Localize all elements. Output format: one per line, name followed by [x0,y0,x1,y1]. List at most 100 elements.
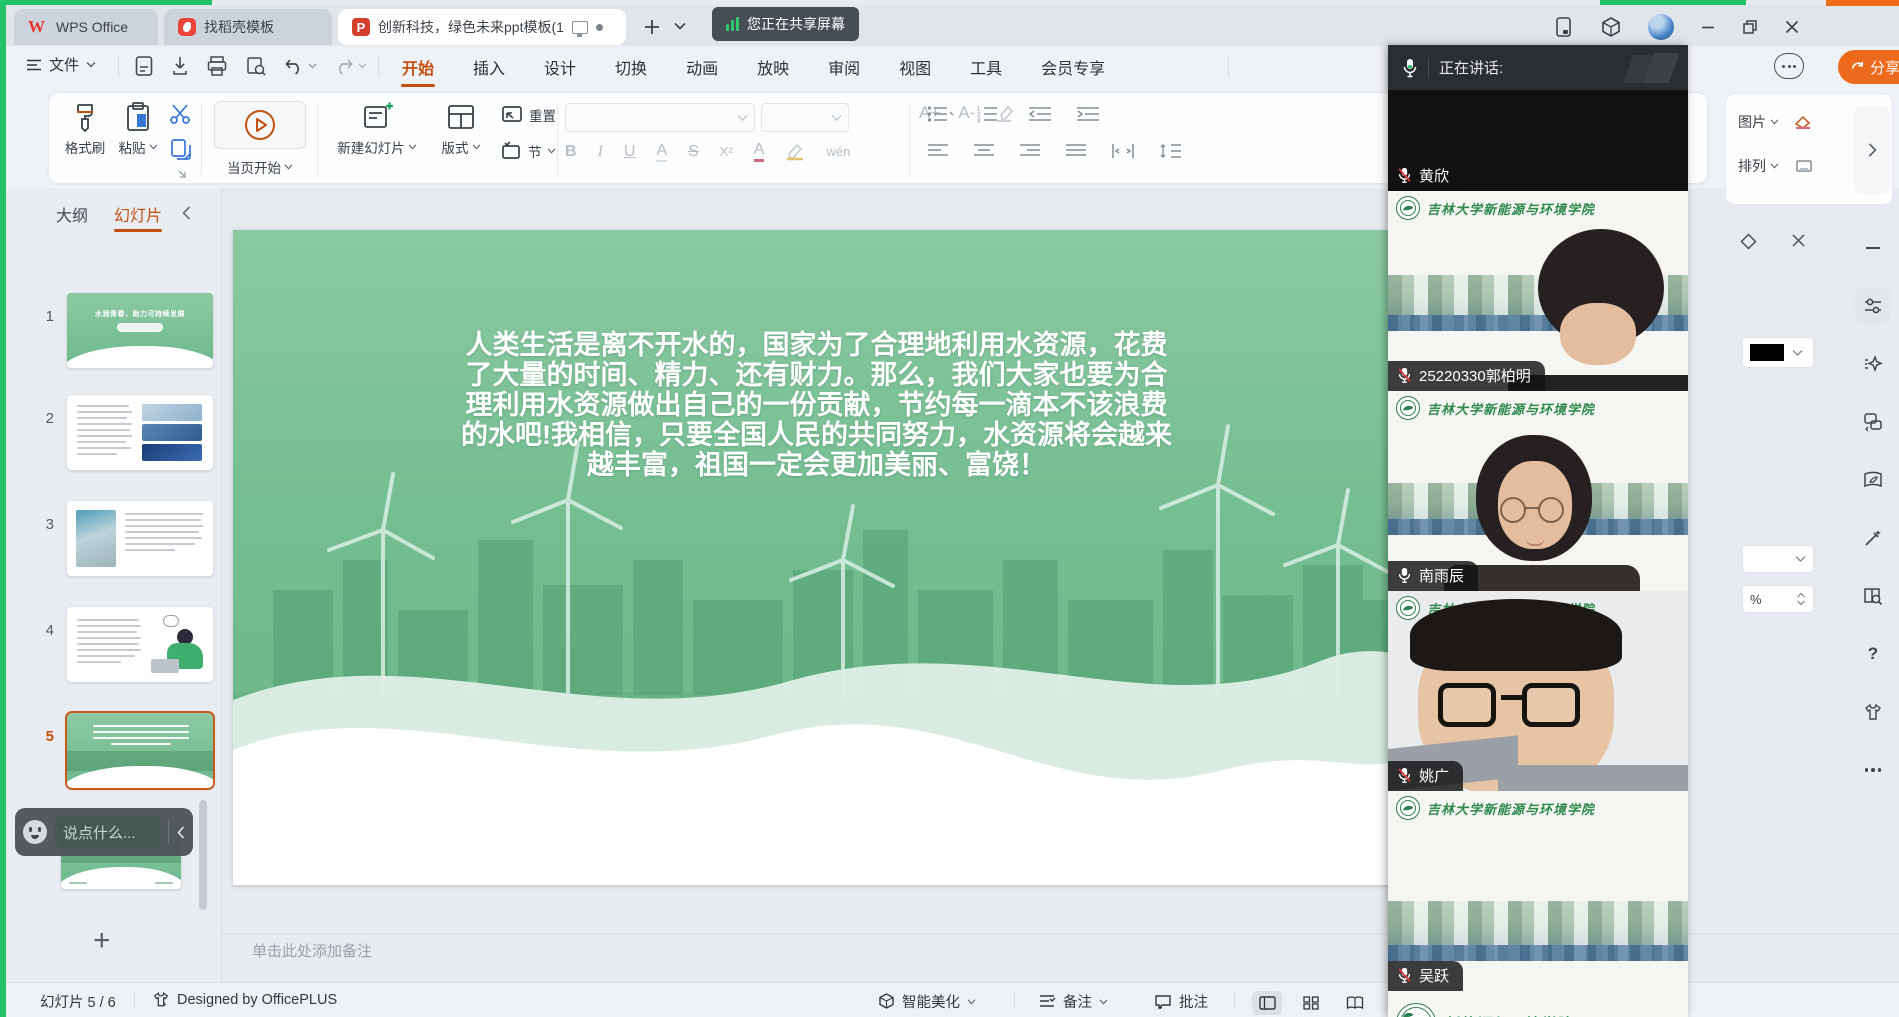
tab-tools[interactable]: 工具 [967,51,1005,83]
char-spacing-button[interactable]: A [656,142,667,162]
start-page-label-row[interactable]: 当页开始 [214,157,306,177]
slide-body-text[interactable]: 人类生活是离不开水的，国家为了合理地利用水资源，花费 了大量的时间、精力、还有财… [293,330,1340,480]
tab-outline[interactable]: 大纲 [56,202,88,232]
tab-member[interactable]: 会员专享 [1038,51,1108,83]
skin-shirt-icon[interactable] [1855,694,1891,730]
tab-docer[interactable]: 找稻壳模板 [164,9,332,45]
notes-button[interactable]: 备注 [1038,991,1108,1012]
fill-color-select[interactable] [1742,337,1814,368]
percent-stepper[interactable]: % [1742,585,1814,613]
font-name-select[interactable] [565,103,755,132]
share-button[interactable]: 分享 [1838,50,1899,84]
highlight-button[interactable] [785,143,805,161]
effects-star-icon[interactable] [1855,346,1891,382]
slide-thumbnail-4[interactable] [67,607,213,682]
save-icon[interactable] [134,55,154,77]
more-tools-icon[interactable] [1855,752,1891,788]
new-slide-button[interactable]: 新建幻灯片 [335,101,419,157]
underline-button[interactable]: U [624,143,636,161]
participant-tile-6[interactable]: 新能源与环境学院 [1388,991,1688,1017]
file-menu-button[interactable]: 文件 [26,54,96,75]
participant-tile-2[interactable]: 吉林大学新能源与环境学院 25220330郭柏明 [1388,191,1688,391]
phonetic-button[interactable]: wén [826,144,850,159]
copy-button[interactable] [169,137,193,161]
add-slide-button[interactable]: + [93,924,111,958]
shapes-swap-icon[interactable] [1855,404,1891,440]
layout-button[interactable]: 版式 [433,101,489,157]
tab-document[interactable]: P 创新科技，绿色未来ppt模板(1 [338,9,626,45]
redo-button[interactable] [334,57,367,75]
font-color-button[interactable]: A [754,141,765,162]
cut-button[interactable] [169,103,193,125]
print-icon[interactable] [206,55,228,77]
bullet-list-button[interactable] [927,105,955,123]
paste-button[interactable]: 粘贴 [115,101,161,157]
close-button[interactable] [1784,19,1800,35]
normal-view-button[interactable] [1252,991,1282,1015]
emoji-icon[interactable] [23,820,47,844]
tab-design[interactable]: 设计 [541,51,579,83]
participant-tile-4[interactable]: 吉林大学新能源与环境学院 姚广 [1388,591,1688,791]
increase-indent-button[interactable] [1075,105,1101,123]
grid-view-button[interactable] [1296,991,1326,1015]
format-painter-button[interactable]: 格式刷 [63,101,107,157]
participant-tile-5[interactable]: 吉林大学新能源与环境学院 吴跃 [1388,791,1688,991]
section-button[interactable]: 节 [501,141,556,161]
print-preview-icon[interactable] [245,55,267,77]
group-expand-icon[interactable] [177,169,187,179]
help-icon[interactable]: ? [1855,636,1891,672]
tab-home[interactable]: 开始 [399,51,437,83]
reset-button[interactable]: 重置 [501,105,556,125]
decrease-indent-button[interactable] [1027,105,1053,123]
font-size-select[interactable] [761,103,849,132]
participant-tile-1[interactable]: 黄欣 [1388,90,1688,191]
slide-thumbnail-1[interactable]: 水润青春，助力可持续发展 [67,293,213,368]
tab-slideshow[interactable]: 放映 [754,51,792,83]
participant-tile-3[interactable]: 吉林大学新能源与环境学院 南雨辰 [1388,391,1688,591]
tab-slides[interactable]: 幻灯片 [114,202,162,232]
chat-collapse-icon[interactable] [177,826,185,839]
ribbon-expand-chevron[interactable] [1854,106,1890,194]
user-avatar[interactable] [1648,14,1674,40]
tab-transition[interactable]: 切换 [612,51,650,83]
tab-review[interactable]: 审阅 [825,51,863,83]
properties-sliders-icon[interactable] [1855,288,1891,324]
export-icon[interactable] [171,55,189,77]
sidebar-collapse-icon[interactable] [182,206,191,220]
italic-button[interactable]: I [598,143,603,161]
bold-button[interactable]: B [565,143,577,161]
notes-placeholder[interactable]: 单击此处添加备注 [252,940,372,961]
picture-button[interactable]: 图片 [1738,112,1813,132]
sidebar-scrollbar[interactable] [199,800,207,910]
align-left-button[interactable] [927,143,949,159]
tab-view[interactable]: 视图 [896,51,934,83]
beautify-button[interactable]: 智能美化 [878,991,976,1012]
slide-thumbnail-3[interactable] [67,501,213,576]
tab-insert[interactable]: 插入 [470,51,508,83]
distribute-button[interactable] [1111,143,1135,159]
arrange-button[interactable]: 排列 [1738,156,1813,176]
superscript-button[interactable]: X² [720,144,733,159]
reading-view-button[interactable] [1340,991,1370,1015]
search-book-icon[interactable] [1855,578,1891,614]
strikethrough-button[interactable]: S [688,143,699,161]
justify-button[interactable] [1065,143,1087,159]
magic-wand-icon[interactable] [1855,520,1891,556]
collapse-strip-icon[interactable] [1855,230,1891,266]
chat-input[interactable]: 说点什么... [55,816,160,848]
more-cloud-icon[interactable] [1774,53,1804,79]
line-spacing-button[interactable] [1159,143,1183,159]
task-pane-close-icon[interactable] [1791,233,1806,250]
app-box-icon[interactable] [1600,16,1622,38]
play-from-page-button[interactable] [214,101,306,149]
current-slide[interactable]: 人类生活是离不开水的，国家为了合理地利用水资源，花费 了大量的时间、精力、还有财… [233,230,1400,885]
align-center-button[interactable] [973,143,995,159]
align-right-button[interactable] [1019,143,1041,159]
minimize-button[interactable] [1700,19,1716,35]
device-sync-icon[interactable] [1554,16,1574,38]
undo-button[interactable] [284,57,317,75]
slide-thumbnail-2[interactable] [67,395,213,470]
new-tab-button[interactable] [642,17,662,37]
tab-animation[interactable]: 动画 [683,51,721,83]
tab-wps-home[interactable]: W WPS Office [14,9,158,45]
